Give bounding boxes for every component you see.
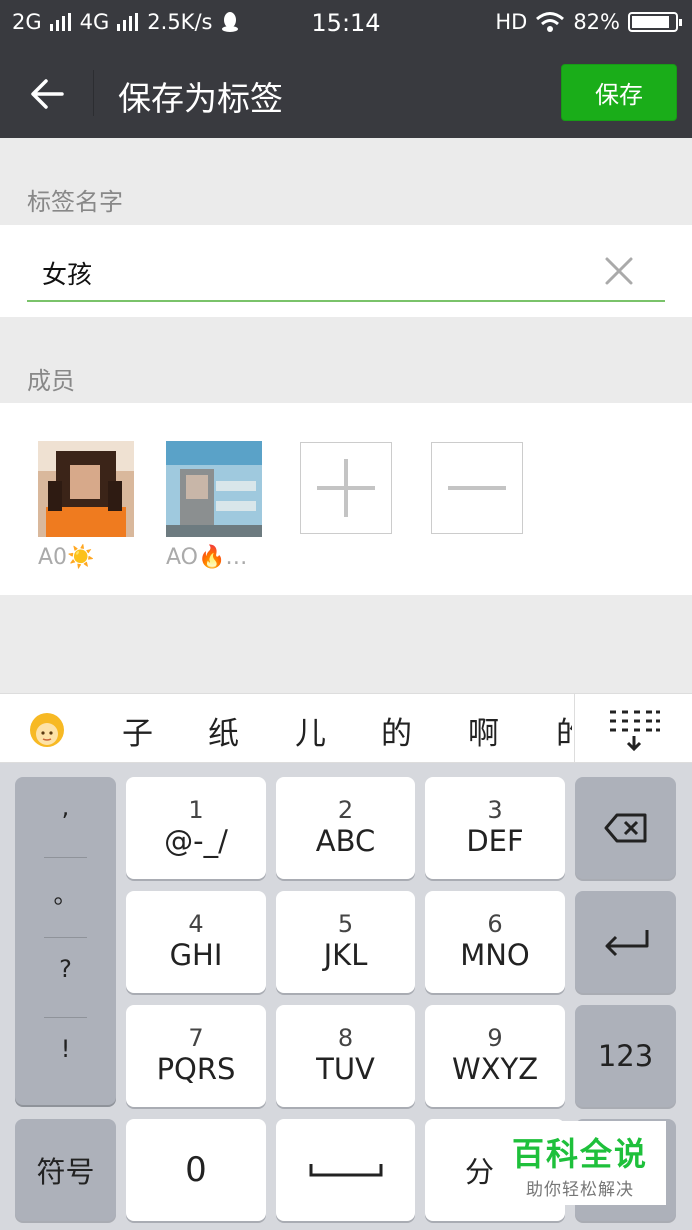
- avatar: [166, 441, 262, 537]
- title-divider: [93, 70, 94, 116]
- candidate-item[interactable]: 纸: [208, 708, 239, 753]
- tag-name-panel: 女孩: [0, 225, 692, 317]
- key-letters: DEF: [466, 824, 524, 859]
- plus-icon: [317, 459, 375, 517]
- keyboard-collapse-icon[interactable]: [608, 708, 660, 752]
- tag-name-input[interactable]: 女孩: [42, 255, 92, 291]
- punct-divider: [44, 1017, 87, 1018]
- key-5[interactable]: 5 JKL: [276, 891, 415, 993]
- tag-name-label: 标签名字: [27, 188, 123, 216]
- member-item[interactable]: A0☀️: [38, 441, 134, 570]
- key-letters: JKL: [323, 938, 368, 973]
- watermark-title: 百科全说: [511, 1135, 648, 1173]
- key-label: 0: [185, 1150, 207, 1190]
- key-letters: PQRS: [156, 1052, 236, 1087]
- hd-indicator: HD: [495, 10, 528, 34]
- watermark: 百科全说 助你轻松解决: [494, 1121, 666, 1205]
- key-number: 8: [337, 1023, 354, 1052]
- avatar: [38, 441, 134, 537]
- page-title: 保存为标签: [118, 79, 283, 118]
- key-7[interactable]: 7 PQRS: [126, 1005, 266, 1107]
- battery-icon: [628, 12, 682, 32]
- title-bar: 保存为标签 保存: [0, 48, 692, 138]
- enter-icon: [605, 930, 648, 957]
- candidate-item[interactable]: 的: [381, 708, 412, 753]
- remove-member-button[interactable]: [431, 442, 523, 534]
- key-8[interactable]: 8 TUV: [276, 1005, 415, 1107]
- battery-percent: 82%: [573, 10, 620, 34]
- clear-icon[interactable]: [603, 255, 635, 287]
- key-4[interactable]: 4 GHI: [126, 891, 266, 993]
- candidate-divider: [574, 694, 575, 762]
- key-label: 符号: [36, 1155, 95, 1189]
- wifi-icon: [536, 12, 565, 32]
- key-letters: @-_/: [164, 824, 228, 859]
- punct-period[interactable]: 。: [15, 875, 116, 910]
- back-arrow-icon[interactable]: [28, 74, 68, 114]
- key-letters: GHI: [169, 938, 223, 973]
- key-number: 5: [337, 909, 354, 938]
- save-button[interactable]: 保存: [561, 64, 677, 121]
- key-label: 分: [465, 1155, 495, 1189]
- enter-key[interactable]: [575, 891, 676, 993]
- key-number: 4: [188, 909, 204, 938]
- numeric-toggle-key[interactable]: 123: [575, 1005, 676, 1107]
- key-1[interactable]: 1 @-_/: [126, 777, 266, 879]
- symbols-key[interactable]: 符号: [15, 1119, 116, 1221]
- key-letters: WXYZ: [451, 1052, 539, 1087]
- key-letters: TUV: [316, 1052, 375, 1087]
- candidate-item[interactable]: 儿: [295, 708, 326, 753]
- space-key[interactable]: [276, 1119, 415, 1221]
- candidate-item[interactable]: 啊: [468, 708, 499, 753]
- key-letters: MNO: [460, 938, 530, 973]
- watermark-subtitle: 助你轻松解决: [526, 1180, 634, 1200]
- key-number: 6: [487, 909, 503, 938]
- punct-divider: [44, 857, 87, 858]
- punct-divider: [44, 937, 87, 938]
- emoji-girl-icon[interactable]: [28, 711, 66, 749]
- add-member-button[interactable]: [300, 442, 392, 534]
- key-number: 1: [188, 795, 204, 824]
- key-6[interactable]: 6 MNO: [425, 891, 565, 993]
- candidate-item[interactable]: 的: [556, 708, 572, 753]
- punctuation-column[interactable]: , 。 ? !: [15, 777, 116, 1105]
- key-number: 2: [337, 795, 354, 824]
- punct-comma[interactable]: ,: [15, 793, 116, 821]
- key-0[interactable]: 0: [126, 1119, 266, 1221]
- punct-exclaim[interactable]: !: [15, 1035, 116, 1063]
- member-item[interactable]: AO🔥…: [166, 441, 262, 570]
- key-9[interactable]: 9 WXYZ: [425, 1005, 565, 1107]
- backspace-key[interactable]: [575, 777, 676, 879]
- candidate-bar: 子 纸 儿 的 啊 的: [0, 693, 692, 763]
- member-name: A0☀️: [38, 545, 95, 570]
- members-panel: A0☀️ AO🔥…: [0, 403, 692, 595]
- key-2[interactable]: 2 ABC: [276, 777, 415, 879]
- backspace-icon: [604, 813, 646, 843]
- key-number: 9: [487, 1023, 503, 1052]
- space-icon: [309, 1164, 382, 1177]
- key-number: 3: [487, 795, 503, 824]
- key-number: 7: [188, 1023, 204, 1052]
- input-underline: [27, 300, 665, 302]
- key-label: 123: [597, 1039, 654, 1073]
- key-3[interactable]: 3 DEF: [425, 777, 565, 879]
- key-letters: ABC: [315, 824, 376, 859]
- punct-question[interactable]: ?: [15, 955, 116, 983]
- member-name: AO🔥…: [166, 545, 248, 570]
- status-right: HD 82%: [495, 10, 682, 34]
- members-label: 成员: [27, 367, 75, 395]
- candidate-item[interactable]: 子: [122, 708, 153, 753]
- minus-icon: [448, 486, 506, 490]
- status-bar: 2G 4G 2.5K/s 15:14 HD 82%: [0, 0, 692, 48]
